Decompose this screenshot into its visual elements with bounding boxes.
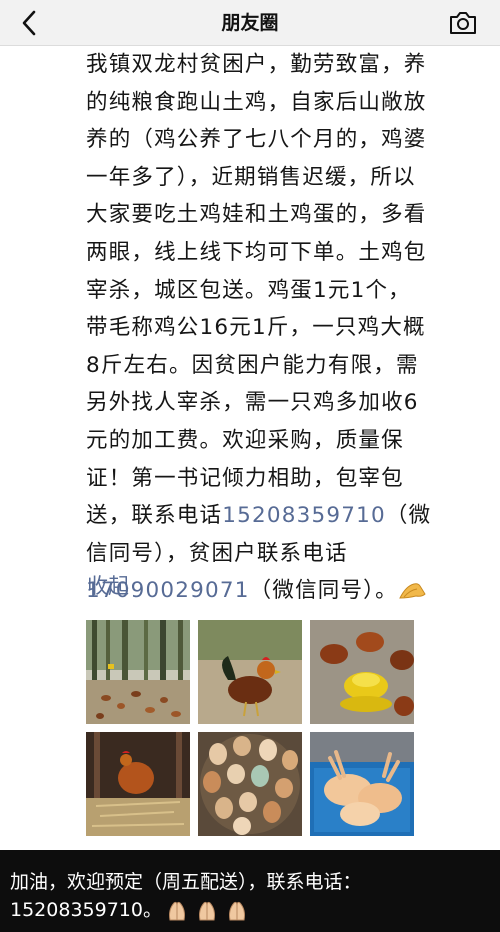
photo-chickens-around-yellow-feeder[interactable] — [310, 620, 414, 724]
post-line: 我镇双龙村贫困户，勤劳致富，养 — [86, 52, 427, 77]
nav-bar: 朋友圈 — [0, 0, 500, 46]
post-text: 我镇双龙村贫困户，勤劳致富，养 的纯粮食跑山土鸡，自家后山敞放 养的（鸡公养了七… — [86, 46, 478, 648]
post-text-segment: （微信同号）。 — [249, 578, 398, 604]
bottom-caption-bar: 加油，欢迎预定（周五配送），联系电话： 15208359710。 — [0, 850, 500, 932]
post-line: 信同号），贫困户联系电话 — [86, 540, 348, 566]
post-line: 17090029071（微信同号）。 — [86, 572, 478, 610]
post-text-segment: 送，联系电话 — [86, 503, 223, 529]
phone-link-1[interactable]: 15208359710 — [222, 503, 386, 528]
praying-hands-icon — [168, 901, 185, 920]
photo-rooster-on-ground[interactable] — [198, 620, 302, 724]
post-line: 另外找人宰杀，需一只鸡多加收6 — [86, 390, 419, 416]
post-line: 元的加工费。欢迎采购，质量保 — [86, 427, 404, 453]
post-line: 两眼，线上线下均可下单。土鸡包 — [86, 239, 427, 265]
camera-icon — [450, 12, 476, 34]
praying-hands-icon — [399, 583, 426, 599]
photo-plucked-chickens-in-blue-bin[interactable] — [310, 732, 414, 836]
collapse-link[interactable]: 收起 — [87, 570, 129, 600]
photo-basket-of-eggs[interactable] — [198, 732, 302, 836]
praying-hands-icon — [228, 901, 245, 920]
photo-chickens-in-bamboo-forest[interactable] — [86, 620, 190, 724]
camera-button[interactable] — [448, 9, 478, 37]
post-text-segment: （微 — [385, 503, 432, 529]
caption-text: 15208359710。 — [10, 899, 162, 921]
post-line: 大家要吃土鸡娃和土鸡蛋的，多看 — [86, 202, 427, 228]
post-line: 8斤左右。因贫困户能力有限，需 — [86, 352, 419, 378]
photo-hen-on-straw-nest[interactable] — [86, 732, 190, 836]
page-title: 朋友圈 — [221, 12, 279, 34]
caption-line: 15208359710。 — [10, 896, 490, 924]
caption-line: 加油，欢迎预定（周五配送），联系电话： — [10, 871, 362, 893]
post-line: 的纯粮食跑山土鸡，自家后山敞放 — [86, 89, 427, 115]
post-line: 证！第一书记倾力相助，包宰包 — [86, 465, 404, 491]
post-line: 养的（鸡公养了七八个月的，鸡婆 — [86, 127, 427, 153]
post-line: 一年多了），近期销售迟缓，所以 — [86, 164, 416, 190]
post-line: 宰杀，城区包送。鸡蛋1元1个， — [86, 277, 411, 303]
post-line: 带毛称鸡公16元1斤，一只鸡大概 — [86, 315, 426, 341]
praying-hands-icon — [198, 901, 215, 920]
post-line: 送，联系电话15208359710（微 — [86, 497, 478, 535]
